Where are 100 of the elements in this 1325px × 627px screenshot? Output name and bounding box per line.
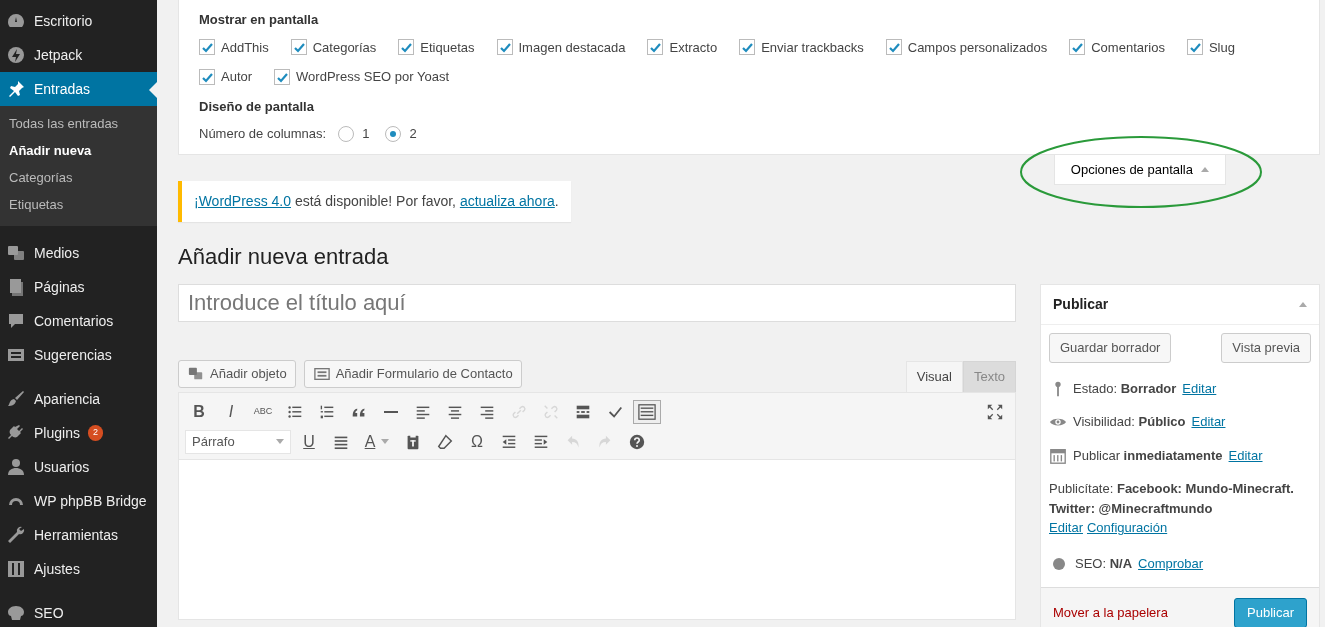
trash-link[interactable]: Mover a la papelera — [1053, 603, 1168, 623]
section-title: Diseño de pantalla — [199, 97, 315, 116]
sidebar-item[interactable]: Jetpack — [0, 38, 157, 72]
update-link[interactable]: actualiza ahora — [459, 193, 555, 209]
checkbox[interactable] — [1069, 39, 1086, 56]
toolbar-button[interactable]: U — [295, 429, 323, 454]
sidebar-item[interactable]: WP phpBB Bridge — [0, 484, 157, 518]
sidebar-item[interactable]: Páginas — [0, 270, 157, 304]
status-text: Visibilidad: Público — [1073, 413, 1186, 432]
user-icon — [6, 457, 26, 477]
sidebar-item[interactable]: Apariencia — [0, 382, 157, 416]
checkbox-label: Categorías — [312, 38, 377, 57]
title-field[interactable]: Introduce el título aquí — [178, 284, 1016, 323]
checkbox[interactable] — [1186, 39, 1203, 56]
sidebar-item[interactable]: Medios — [0, 236, 157, 270]
checkbox-label: Slug — [1208, 38, 1235, 57]
edit-link[interactable]: Editar — [1228, 445, 1263, 466]
submenu-item[interactable]: Categorías — [0, 164, 157, 191]
caret-icon — [381, 439, 390, 445]
toolbar-button[interactable]: B — [185, 399, 213, 424]
count-badge: 2 — [87, 425, 103, 441]
toolbar-button[interactable]: Añadir Formulario de Contacto — [303, 360, 522, 388]
check-link[interactable]: Comprobar — [1138, 553, 1204, 574]
sidebar-item[interactable]: Sugerencias — [0, 338, 157, 372]
radio-label: 2 — [409, 125, 417, 143]
checkbox[interactable] — [647, 39, 664, 56]
share-link[interactable]: Editar — [1049, 518, 1083, 538]
checkbox[interactable] — [496, 39, 513, 56]
toolbar-button[interactable] — [633, 399, 661, 424]
help-icon — [628, 432, 646, 451]
checkbox[interactable] — [274, 68, 291, 85]
eraser-icon — [436, 432, 454, 451]
checkbox[interactable] — [885, 39, 902, 56]
status-text: Estado: Borrador — [1073, 379, 1177, 398]
bolt-circle-icon — [6, 45, 26, 65]
toolbar-toggle-icon — [638, 402, 656, 421]
preview-button[interactable]: Vista previa — [1221, 333, 1311, 363]
media-icon — [6, 243, 26, 263]
form-icon — [312, 366, 331, 383]
unlink-icon — [542, 402, 560, 421]
seo-icon — [6, 603, 26, 623]
section-title: Mostrar en pantalla — [199, 11, 320, 29]
toolbar-button[interactable]: Ω — [463, 429, 491, 454]
sidebar-item[interactable]: Usuarios — [0, 450, 157, 484]
save-draft-button[interactable]: Guardar borrador — [1049, 333, 1172, 363]
share-link[interactable]: Configuración — [1086, 518, 1168, 538]
checkbox-label: WordPress SEO por Yoast — [296, 68, 450, 86]
share-text: Publicítate: Facebook: Mundo-Minecraft. Twitter: @Minecraftmundo — [1049, 480, 1295, 518]
wrench-icon — [6, 525, 26, 545]
checkbox-label: Comentarios — [1091, 38, 1165, 57]
editor-tab[interactable]: Visual — [905, 361, 963, 392]
screen-options-tab[interactable]: Opciones de pantalla — [1053, 154, 1226, 185]
checkbox-label: Autor — [221, 68, 253, 86]
checkbox-label: Extracto — [669, 38, 718, 57]
status-text: SEO: N/A — [1075, 554, 1133, 573]
horizontal-line-icon — [384, 410, 398, 413]
collapse-icon[interactable] — [1299, 302, 1307, 308]
toolbar-button[interactable]: A — [359, 429, 395, 454]
radio-button[interactable] — [338, 125, 355, 142]
page-title: Añadir nueva entrada — [178, 244, 390, 271]
caret-icon — [1201, 166, 1209, 172]
checkbox-label: Etiquetas — [420, 38, 475, 57]
radio-label: 1 — [362, 125, 370, 143]
sidebar-item[interactable]: Escritorio — [0, 4, 157, 38]
field-label: Número de columnas: — [199, 125, 327, 143]
toolbar-button[interactable]: Añadir objeto — [178, 360, 296, 388]
edit-link[interactable]: Editar — [1182, 378, 1217, 399]
update-link[interactable]: ¡WordPress 4.0 — [194, 193, 291, 209]
submenu-item[interactable]: Todas las entradas — [0, 110, 157, 137]
checkbox[interactable] — [739, 39, 756, 56]
submenu-item[interactable]: Añadir nueva — [0, 137, 157, 164]
sidebar-item[interactable]: SEO — [0, 596, 157, 627]
checkbox[interactable] — [199, 68, 215, 85]
submenu-item[interactable]: Etiquetas — [0, 191, 157, 218]
caret-icon — [276, 439, 284, 445]
checkbox[interactable] — [199, 39, 215, 56]
checkbox[interactable] — [290, 39, 307, 56]
format-dropdown[interactable]: Párrafo — [185, 429, 291, 454]
sidebar-item[interactable]: Plugins 2 — [0, 416, 157, 450]
checkbox-label: Enviar trackbacks — [761, 38, 864, 57]
update-notice: ¡WordPress 4.0 está disponible! Por favor, actualiza ahora. — [178, 181, 571, 222]
sidebar-item[interactable]: Comentarios — [0, 304, 157, 338]
toolbar-button[interactable]: ABC — [249, 399, 277, 424]
panel-title: Publicar — [1053, 295, 1109, 315]
status-text: Publicar inmediatamente — [1073, 446, 1223, 465]
sidebar-item[interactable]: Herramientas — [0, 518, 157, 552]
brush-icon — [6, 389, 26, 409]
checkbox[interactable] — [398, 39, 415, 56]
radio-button[interactable] — [385, 125, 402, 142]
sliders-icon — [6, 559, 26, 579]
edit-link[interactable]: Editar — [1191, 412, 1226, 432]
sidebar-item[interactable]: Ajustes — [0, 552, 157, 586]
fullscreen-icon — [986, 402, 1004, 421]
checkbox-label: Campos personalizados — [907, 38, 1048, 57]
comment-icon — [6, 311, 26, 331]
checkbox-label: Imagen destacada — [518, 38, 626, 57]
calendar-icon — [1049, 446, 1067, 465]
sidebar-item[interactable]: Entradas — [0, 72, 157, 106]
checkbox-label: AddThis — [221, 38, 269, 57]
toolbar-button[interactable]: I — [217, 399, 245, 424]
